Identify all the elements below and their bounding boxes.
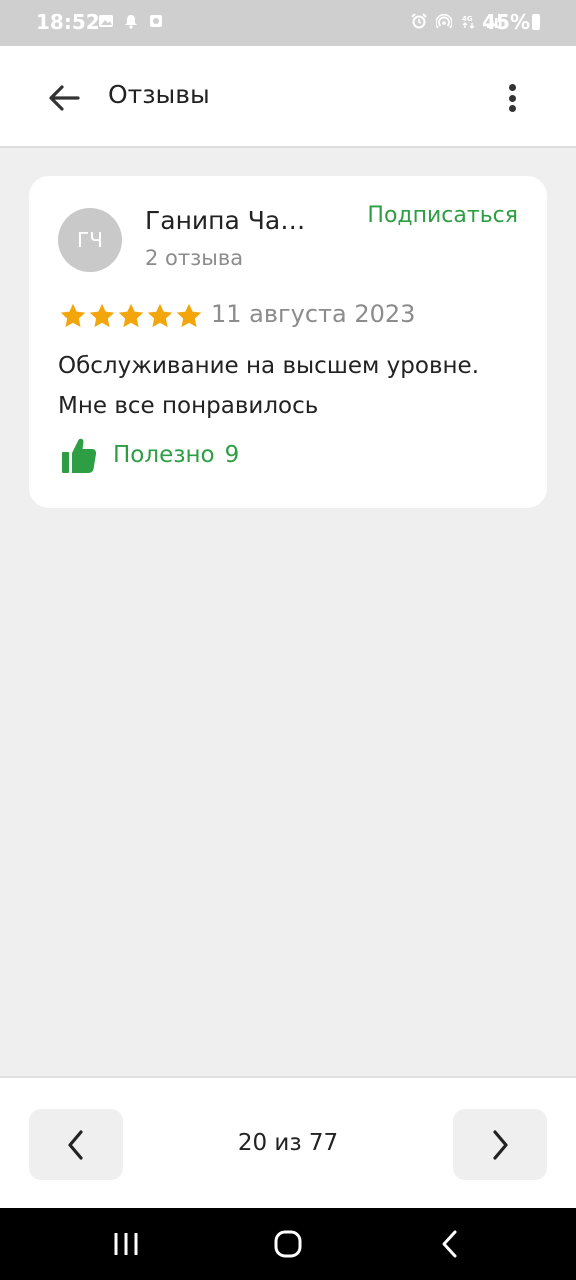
star-icon — [89, 303, 115, 328]
svg-text:4G: 4G — [462, 15, 473, 23]
more-options-button[interactable] — [496, 78, 528, 118]
thumbs-up-icon — [62, 438, 97, 473]
back-icon — [442, 1230, 457, 1258]
battery-icon — [532, 14, 540, 30]
alarm-icon — [411, 13, 427, 29]
app-notification-icon — [150, 15, 162, 27]
arrow-left-icon — [49, 85, 80, 111]
notification-bell-icon — [125, 15, 137, 29]
chevron-right-icon — [493, 1129, 508, 1160]
author-reviews-count: 2 отзыва — [145, 246, 244, 270]
star-icon — [176, 303, 202, 328]
battery-percentage: 45% — [482, 10, 530, 34]
next-review-button[interactable] — [453, 1109, 547, 1180]
status-time: 18:52 — [36, 10, 100, 34]
helpful-label: Полезно — [113, 442, 215, 468]
back-button[interactable] — [44, 78, 84, 118]
rating-stars — [59, 302, 203, 330]
home-icon — [274, 1230, 302, 1258]
review-card: ГЧ Ганипа Ча… 2 отзыва Подписаться 11 ав… — [29, 176, 547, 508]
pager-bar: 20 из 77 — [0, 1076, 576, 1208]
status-left-icons — [98, 12, 164, 30]
more-vertical-icon — [508, 84, 516, 91]
page-title: Отзывы — [108, 80, 210, 109]
star-icon — [118, 303, 144, 328]
4g-data-icon: 4G — [462, 15, 475, 29]
author-name[interactable]: Ганипа Ча… — [145, 206, 305, 235]
nav-back-button[interactable] — [430, 1226, 470, 1262]
star-icon — [147, 303, 173, 328]
status-bar: 18:52 4G 45% — [0, 0, 576, 46]
home-button[interactable] — [268, 1226, 308, 1262]
review-date: 11 августа 2023 — [211, 300, 416, 328]
system-nav-bar — [0, 1208, 576, 1280]
recents-icon — [114, 1233, 138, 1255]
avatar[interactable]: ГЧ — [58, 208, 122, 272]
image-icon — [99, 15, 113, 27]
review-text: Обслуживание на высшем уровне. Мне все п… — [58, 353, 480, 419]
star-icon — [60, 303, 86, 328]
helpful-button[interactable]: Полезно 9 — [61, 436, 239, 474]
recents-button[interactable] — [106, 1226, 146, 1262]
helpful-count: 9 — [224, 442, 240, 468]
hotspot-icon — [436, 13, 452, 29]
app-bar: Отзывы — [0, 46, 576, 148]
subscribe-button[interactable]: Подписаться — [367, 203, 518, 228]
avatar-initials: ГЧ — [77, 228, 103, 252]
